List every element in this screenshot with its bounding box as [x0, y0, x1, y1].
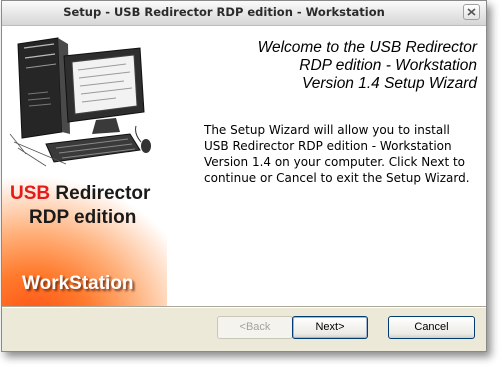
- wizard-content: USB Redirector RDP edition WorkStation W…: [2, 26, 486, 306]
- cancel-button[interactable]: Cancel: [388, 316, 475, 339]
- brand-redirector: Redirector: [50, 183, 151, 204]
- welcome-heading: Welcome to the USB Redirector RDP editio…: [187, 39, 477, 93]
- back-button[interactable]: <Back: [217, 316, 293, 339]
- setup-wizard-window: Setup - USB Redirector RDP edition - Wor…: [1, 0, 487, 352]
- welcome-heading-line3: Version 1.4 Setup Wizard: [301, 75, 477, 92]
- brand-title: USB Redirector: [10, 183, 150, 205]
- brand-usb: USB: [10, 183, 51, 204]
- brand-edition: WorkStation: [22, 273, 134, 294]
- welcome-heading-line1: Welcome to the USB Redirector: [257, 39, 477, 56]
- window-title: Setup - USB Redirector RDP edition - Wor…: [63, 5, 385, 19]
- brand-subtitle: RDP edition: [29, 207, 137, 228]
- banner-panel: USB Redirector RDP edition WorkStation: [2, 26, 167, 306]
- title-bar[interactable]: Setup - USB Redirector RDP edition - Wor…: [2, 1, 486, 26]
- footer-divider: [2, 306, 486, 308]
- computer-illustration: [9, 37, 151, 167]
- close-button[interactable]: [463, 4, 480, 20]
- wizard-description: The Setup Wizard will allow you to insta…: [204, 123, 470, 185]
- welcome-heading-line2: RDP edition - Workstation: [299, 57, 477, 74]
- close-icon: [467, 8, 476, 16]
- next-button[interactable]: Next>: [292, 316, 368, 339]
